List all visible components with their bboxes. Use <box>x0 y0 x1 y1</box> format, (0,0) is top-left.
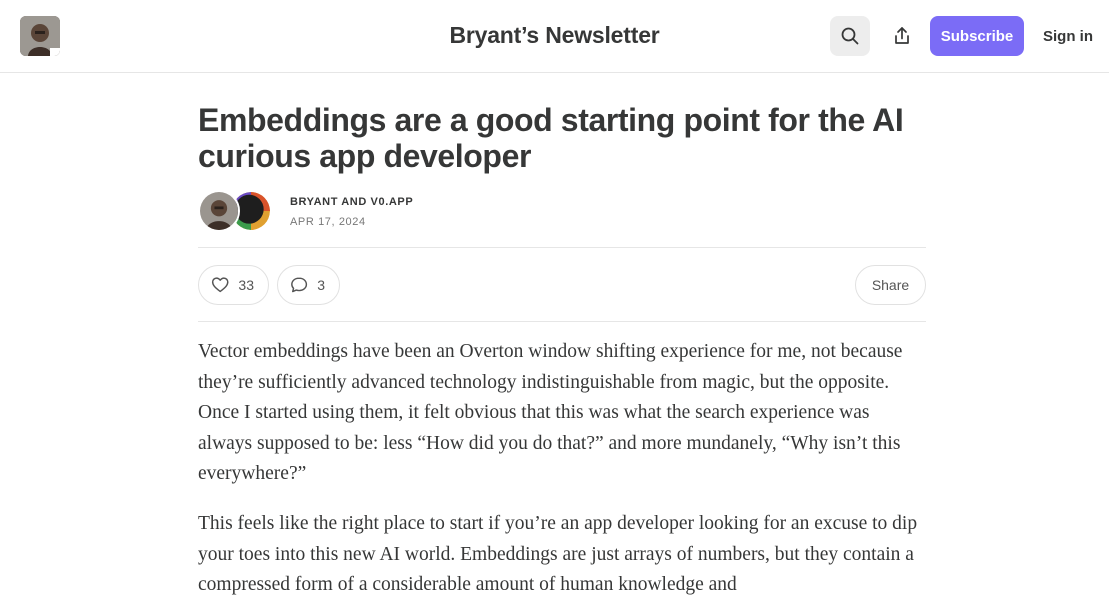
subscribe-button[interactable]: Subscribe <box>930 16 1024 56</box>
comment-button[interactable]: 3 <box>277 265 340 305</box>
comment-count: 3 <box>317 277 325 293</box>
share-post-button[interactable]: Share <box>855 265 926 305</box>
byline: BRYANT AND V0.APP APR 17, 2024 <box>198 190 926 234</box>
avatar-image <box>200 192 238 230</box>
article-body: Vector embeddings have been an Overton w… <box>198 337 926 600</box>
top-bar: Bryant’s Newsletter Subscribe Sign in <box>0 0 1109 73</box>
divider <box>198 321 926 322</box>
comment-icon <box>291 277 308 293</box>
article-title: Embeddings are a good starting point for… <box>198 102 904 174</box>
sign-in-button[interactable]: Sign in <box>1036 16 1100 56</box>
article-paragraph: This feels like the right place to start… <box>198 513 918 595</box>
share-button[interactable] <box>882 16 922 56</box>
publish-date: APR 17, 2024 <box>290 216 366 228</box>
author-avatar-bryant[interactable] <box>198 190 240 232</box>
author-names[interactable]: BRYANT AND V0.APP <box>290 196 413 208</box>
share-icon <box>895 27 909 44</box>
divider <box>198 247 926 248</box>
article-paragraph: Vector embeddings have been an Overton w… <box>198 341 903 484</box>
search-icon <box>841 27 859 45</box>
search-button[interactable] <box>830 16 870 56</box>
heart-icon <box>211 277 229 293</box>
like-count: 33 <box>238 277 254 293</box>
like-button[interactable]: 33 <box>198 265 269 305</box>
